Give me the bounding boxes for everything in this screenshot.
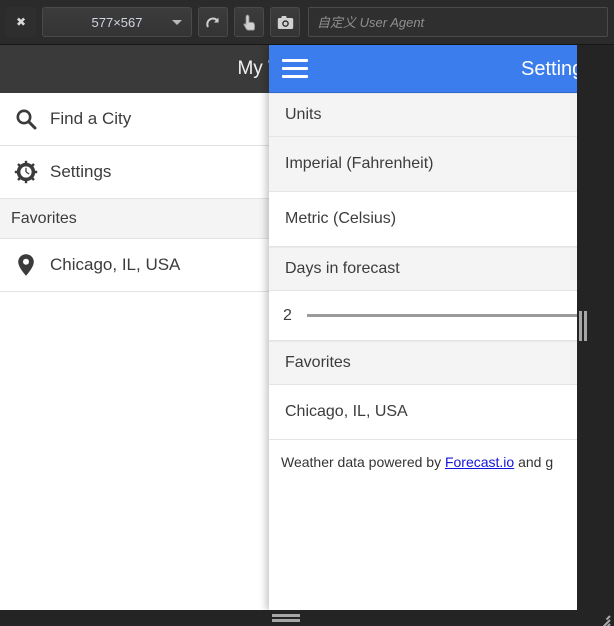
corner-resize-handle[interactable] (596, 612, 611, 626)
grip-line (272, 614, 300, 617)
emulator-window: ✖ 577×567 自定义 User Agent My Find a City … (0, 0, 614, 626)
width-resize-handle[interactable] (578, 310, 588, 342)
attribution-suffix: and g (514, 454, 554, 470)
hamburger-bar (282, 67, 308, 70)
grip-line (584, 311, 587, 341)
section-header-label: Units (285, 106, 322, 123)
hamburger-bar (282, 75, 308, 78)
days-in-forecast-value: 2 (283, 306, 292, 324)
height-resize-handle[interactable] (272, 614, 300, 623)
touch-pointer-icon (242, 14, 255, 31)
search-icon (10, 103, 42, 135)
touch-emulation-button[interactable] (234, 7, 264, 37)
sidebar-item-label: Find a City (50, 109, 132, 128)
user-agent-input[interactable] (308, 7, 608, 37)
page-title: Settings (521, 58, 577, 80)
attribution-note: Weather data powered by Forecast.io and … (269, 440, 577, 470)
days-in-forecast-slider[interactable] (307, 314, 577, 317)
section-header-favorites: Favorites (269, 341, 577, 385)
section-header-label: Favorites (285, 354, 351, 371)
settings-panel: Settings Units Imperial (Fahrenheit) Met… (269, 45, 577, 610)
camera-icon (277, 15, 293, 29)
section-header-units: Units (269, 93, 577, 137)
favorite-item-chicago[interactable]: Chicago, IL, USA (269, 385, 577, 440)
sidebar-section-label: Favorites (11, 209, 77, 227)
sidebar-item-label: Chicago, IL, USA (50, 255, 181, 274)
option-metric-celsius[interactable]: Metric (Celsius) (269, 192, 577, 247)
section-header-label: Days in forecast (285, 260, 400, 277)
screen-size-label: 577×567 (91, 14, 143, 30)
forecast-io-link[interactable]: Forecast.io (445, 454, 514, 470)
map-pin-icon (10, 249, 42, 281)
option-label: Chicago, IL, USA (285, 403, 408, 420)
rotate-button[interactable] (198, 7, 228, 37)
sidebar-item-label: Settings (50, 162, 112, 181)
option-label: Imperial (Fahrenheit) (285, 155, 434, 172)
rotate-icon (205, 17, 219, 27)
days-in-forecast-row: 2 (269, 291, 577, 341)
hamburger-bar (282, 59, 308, 62)
screen-size-dropdown[interactable]: 577×567 (42, 7, 192, 37)
grip-line (579, 311, 582, 341)
settings-panel-header: Settings (269, 45, 577, 93)
option-imperial-fahrenheit[interactable]: Imperial (Fahrenheit) (269, 137, 577, 192)
device-viewport: My Weather Find a City (0, 45, 577, 610)
attribution-prefix: Weather data powered by (281, 454, 445, 470)
screenshot-button[interactable] (270, 7, 300, 37)
close-button[interactable]: ✖ (6, 7, 36, 37)
hamburger-menu-icon[interactable] (282, 59, 308, 78)
option-label: Metric (Celsius) (285, 210, 397, 227)
chevron-down-icon (172, 20, 182, 25)
gear-icon (10, 156, 42, 188)
section-header-days-in-forecast: Days in forecast (269, 247, 577, 291)
bottom-bar (0, 610, 614, 626)
grip-line (272, 619, 300, 622)
emulator-toolbar: ✖ 577×567 (0, 0, 614, 45)
